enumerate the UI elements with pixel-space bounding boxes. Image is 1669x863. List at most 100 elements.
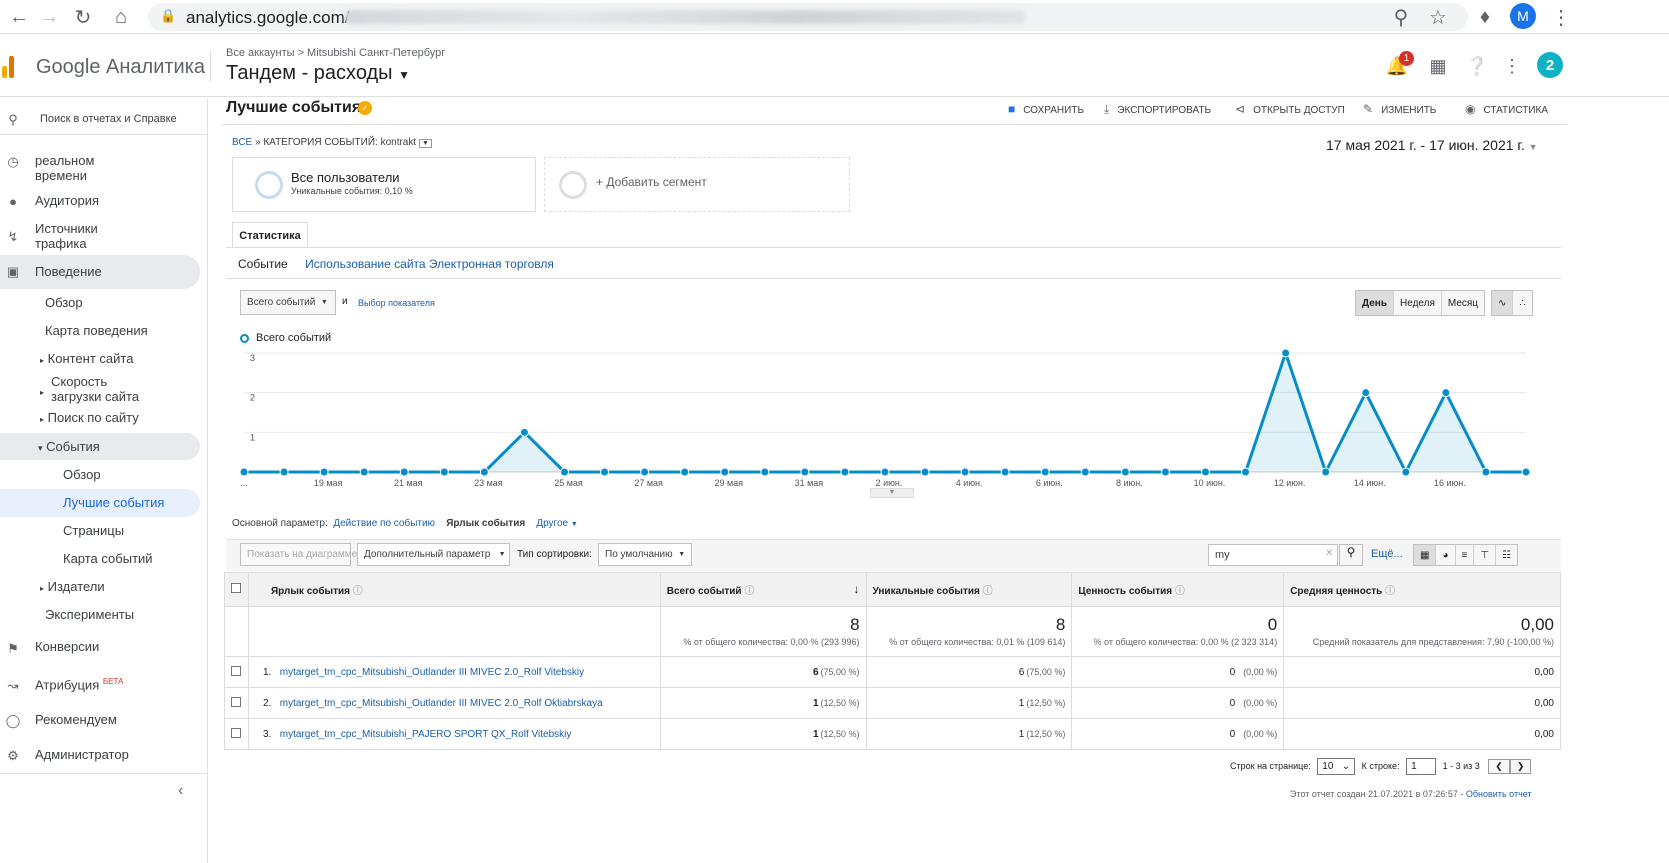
search-icon[interactable]: ⚲ bbox=[1339, 544, 1363, 566]
clear-search-icon[interactable]: ✕ bbox=[1325, 548, 1333, 559]
col-header-value[interactable]: Ценность события ⓘ bbox=[1071, 572, 1285, 607]
sidebar-item-acquisition[interactable]: Источники трафика bbox=[35, 221, 115, 251]
account-breadcrumb[interactable]: Все аккаунты > Mitsubishi Санкт-Петербур… bbox=[226, 47, 445, 59]
comparison-view-icon[interactable]: ⊤ bbox=[1474, 545, 1497, 565]
data-point bbox=[680, 467, 690, 477]
col-header-unique[interactable]: Уникальные события ⓘ bbox=[865, 572, 1073, 607]
crumb-all-link[interactable]: ВСЕ bbox=[232, 137, 252, 148]
collapse-chart-handle[interactable]: ▼ bbox=[870, 488, 914, 498]
date-range-picker[interactable]: 17 мая 2021 г. - 17 июн. 2021 г. ▼ bbox=[1326, 137, 1538, 153]
pie-view-icon[interactable]: ◕ bbox=[1436, 545, 1456, 565]
sort-select[interactable]: По умолчанию ▼ bbox=[598, 543, 692, 566]
view-selector[interactable]: Тандем - расходы ▼ bbox=[226, 62, 410, 85]
dim-event-label[interactable]: Ярлык события bbox=[446, 518, 525, 529]
period-week[interactable]: Неделя bbox=[1394, 291, 1442, 315]
next-page-icon[interactable]: ❯ bbox=[1509, 759, 1532, 774]
subtab-site-usage[interactable]: Использование сайта bbox=[305, 257, 426, 271]
tab-statistics[interactable]: Статистика bbox=[232, 222, 308, 248]
plot-rows-button[interactable]: Показать на диаграмме bbox=[240, 543, 357, 566]
sidebar-item-label: События bbox=[46, 439, 100, 454]
help-icon[interactable]: ❔ bbox=[1466, 55, 1488, 77]
motion-chart-icon[interactable]: ∴ bbox=[1513, 291, 1531, 315]
sidebar-item-behavior-flow[interactable]: Карта поведения bbox=[45, 323, 253, 338]
forward-icon[interactable]: → bbox=[36, 4, 62, 30]
url-text[interactable]: analytics.google.com/ bbox=[186, 8, 349, 28]
apps-grid-icon[interactable]: ▦ bbox=[1427, 55, 1449, 77]
advanced-link[interactable]: Ещё... bbox=[1371, 548, 1403, 560]
more-vert-icon[interactable]: ⋮ bbox=[1501, 55, 1523, 77]
browser-menu-icon[interactable]: ⋮ bbox=[1548, 4, 1574, 30]
dim-event-action[interactable]: Действие по событию bbox=[333, 518, 435, 529]
data-point bbox=[1160, 467, 1170, 477]
sidebar-item-events[interactable]: ▾ События bbox=[38, 439, 246, 454]
row-label-link[interactable]: mytarget_tm_cpc_Mitsubishi_Outlander III… bbox=[280, 667, 584, 678]
insights-button[interactable]: ◉ СТАТИСТИКА bbox=[1465, 102, 1548, 116]
sidebar-item-publisher[interactable]: ▸ Издатели bbox=[40, 579, 248, 594]
save-icon: ■ bbox=[1008, 102, 1016, 116]
row-value: 0 (0,00 %) bbox=[1071, 718, 1285, 750]
row-label-link[interactable]: mytarget_tm_cpc_Mitsubishi_PAJERO SPORT … bbox=[280, 729, 572, 740]
zoom-icon[interactable]: ⚲ bbox=[1388, 4, 1414, 30]
goto-row-input[interactable]: 1 bbox=[1406, 758, 1437, 775]
row-checkbox[interactable] bbox=[231, 665, 241, 676]
subtab-ecommerce[interactable]: Электронная торговля bbox=[429, 257, 554, 271]
totals-value: 0 % от общего количества: 0,00 % (2 323 3… bbox=[1071, 606, 1285, 657]
row-total-pct: (75,00 %) bbox=[820, 666, 860, 677]
col-header-label[interactable]: Ярлык события ⓘ bbox=[247, 572, 661, 607]
sidebar-item-behavior-overview[interactable]: Обзор bbox=[45, 295, 253, 310]
profile-avatar[interactable]: M bbox=[1510, 3, 1536, 29]
rows-per-page-select[interactable]: 10 ⌄ bbox=[1317, 758, 1356, 775]
sidebar-item-site-content[interactable]: ▸ Контент сайта bbox=[40, 351, 248, 366]
data-point bbox=[359, 467, 369, 477]
row-label-link[interactable]: mytarget_tm_cpc_Mitsubishi_Outlander III… bbox=[280, 698, 603, 709]
period-month[interactable]: Месяц bbox=[1442, 291, 1484, 315]
subtab-event[interactable]: Событие bbox=[238, 257, 288, 271]
bookmark-star-icon[interactable]: ☆ bbox=[1425, 4, 1451, 30]
metric-select[interactable]: Всего событий ▼ bbox=[240, 290, 336, 315]
sidebar-item-conversions[interactable]: Конверсии bbox=[35, 639, 243, 654]
dim-other[interactable]: Другое ▼ bbox=[536, 518, 578, 529]
table-search-input[interactable]: my bbox=[1208, 544, 1338, 566]
edit-button[interactable]: ✎ ИЗМЕНИТЬ bbox=[1363, 102, 1436, 116]
sidebar-item-discover[interactable]: Рекомендуем bbox=[35, 712, 243, 727]
share-button[interactable]: ⊲ ОТКРЫТЬ ДОСТУП bbox=[1235, 102, 1345, 116]
table-view-icon[interactable]: ▦ bbox=[1414, 545, 1437, 565]
save-button[interactable]: ■ СОХРАНИТЬ bbox=[1008, 102, 1084, 116]
sidebar-item-site-search[interactable]: ▸ Поиск по сайту bbox=[40, 410, 248, 425]
sidebar-item-audience[interactable]: Аудитория bbox=[35, 193, 243, 208]
select-all-checkbox[interactable] bbox=[231, 583, 241, 593]
page-title: Лучшие события bbox=[226, 99, 362, 116]
reload-icon[interactable]: ↻ bbox=[70, 4, 96, 30]
extensions-icon[interactable]: ♦ bbox=[1472, 4, 1498, 30]
choose-metric-link[interactable]: Выбор показателя bbox=[358, 298, 435, 308]
col-header-avg[interactable]: Средняя ценность ⓘ bbox=[1283, 572, 1561, 607]
sidebar-item-behavior[interactable]: Поведение bbox=[35, 264, 243, 279]
data-point bbox=[239, 467, 249, 477]
account-avatar[interactable]: 2 bbox=[1537, 52, 1563, 78]
line-chart-icon[interactable]: ∿ bbox=[1492, 291, 1514, 315]
sidebar-search[interactable]: Поиск в отчетах и Справке bbox=[40, 113, 182, 125]
bar-view-icon[interactable]: ≡ bbox=[1456, 545, 1475, 565]
period-day[interactable]: День bbox=[1356, 291, 1394, 315]
collapse-icon[interactable]: ‹ bbox=[178, 782, 183, 800]
sidebar-item-admin[interactable]: Администратор bbox=[35, 747, 243, 762]
segment-all-users[interactable]: Все пользователи Уникальные события: 0,1… bbox=[232, 157, 536, 212]
home-icon[interactable]: ⌂ bbox=[108, 4, 134, 30]
refresh-report-link[interactable]: Обновить отчет bbox=[1466, 789, 1532, 799]
add-segment[interactable]: + Добавить сегмент bbox=[544, 157, 850, 212]
col-header-total[interactable]: Всего событий ⓘ ↓ bbox=[659, 572, 867, 607]
chevron-down-icon[interactable]: ▼ bbox=[418, 139, 432, 148]
period-toggle: День Неделя Месяц bbox=[1355, 290, 1486, 316]
export-button[interactable]: ⤓ ЭКСПОРТИРОВАТЬ bbox=[1104, 102, 1211, 117]
secondary-dimension-select[interactable]: Дополнительный параметр ▼ bbox=[357, 543, 510, 566]
pivot-view-icon[interactable]: ☷ bbox=[1496, 545, 1517, 565]
prev-page-icon[interactable]: ❮ bbox=[1488, 759, 1510, 774]
back-icon[interactable]: ← bbox=[6, 4, 32, 30]
sidebar-item-experiments[interactable]: Эксперименты bbox=[45, 607, 253, 622]
sidebar-item-attribution[interactable]: Атрибуция БЕТА bbox=[35, 677, 243, 692]
sidebar-item-site-speed[interactable]: Скорость загрузки сайта bbox=[51, 374, 151, 404]
row-checkbox[interactable] bbox=[231, 696, 241, 707]
export-icon: ⤓ bbox=[1104, 102, 1110, 116]
row-checkbox[interactable] bbox=[231, 727, 241, 738]
sidebar-item-realtime[interactable]: реальном времени bbox=[35, 153, 115, 183]
